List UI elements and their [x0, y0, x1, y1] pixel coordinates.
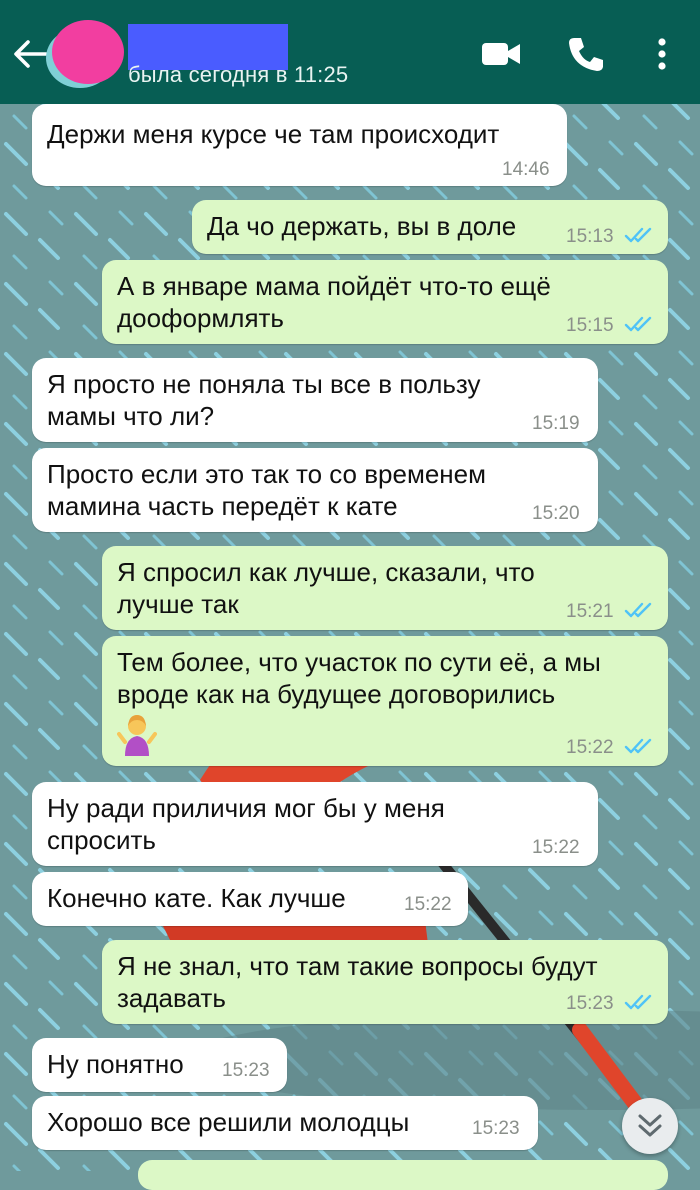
message-time: 15:23	[472, 1118, 520, 1139]
message-text: Просто если это так то со временем мамин…	[47, 459, 486, 521]
double-check-icon	[624, 316, 652, 332]
message-text: Я просто не поняла ты все в пользу мамы …	[47, 369, 481, 431]
message-time: 15:20	[532, 503, 580, 524]
double-check-icon	[624, 602, 652, 618]
message-text: Я не знал, что там такие вопросы будут з…	[117, 951, 598, 1013]
message-text: Ну понятно	[47, 1049, 184, 1079]
message-text: Да чо держать, вы в доле	[207, 211, 517, 241]
message-time: 15:22	[532, 837, 580, 858]
video-call-icon[interactable]	[480, 34, 522, 74]
message-time: 15:15	[566, 315, 614, 336]
person-shrugging-emoji	[117, 715, 157, 756]
message-outgoing[interactable]: А в январе мама пойдёт что-то ещё доофор…	[102, 260, 668, 344]
message-incoming[interactable]: Держи меня курсе че там происходит 14:46	[32, 104, 567, 186]
message-incoming[interactable]: Ну понятно 15:23	[32, 1038, 287, 1092]
message-outgoing[interactable]: Тем более, что участок по сути её, а мы …	[102, 636, 668, 766]
message-incoming[interactable]: Конечно кате. Как лучше 15:22	[32, 872, 468, 926]
message-text: Я спросил как лучше, сказали, что лучше …	[117, 557, 535, 619]
more-vertical-icon[interactable]	[652, 34, 672, 74]
message-text: Ну ради приличия мог бы у меня спросить	[47, 793, 445, 855]
chat-header: была сегодня в 11:25	[0, 0, 700, 104]
message-outgoing[interactable]: Я не знал, что там такие вопросы будут з…	[102, 940, 668, 1024]
message-time: 15:22	[404, 894, 452, 915]
message-outgoing[interactable]: Да чо держать, вы в доле 15:13	[192, 200, 668, 254]
message-text: А в январе мама пойдёт что-то ещё доофор…	[117, 271, 551, 333]
message-time: 15:19	[532, 413, 580, 434]
double-check-icon	[624, 738, 652, 754]
message-incoming[interactable]: Просто если это так то со временем мамин…	[32, 448, 598, 532]
avatar[interactable]	[52, 20, 124, 84]
message-time: 15:23	[566, 993, 614, 1014]
message-text: Тем более, что участок по сути её, а мы …	[117, 647, 601, 709]
double-check-icon	[624, 227, 652, 243]
message-text: Хорошо все решили молодцы	[47, 1107, 410, 1137]
message-text: Конечно кате. Как лучше	[47, 883, 346, 913]
message-outgoing-partial[interactable]	[138, 1160, 668, 1190]
message-time: 15:13	[566, 226, 614, 247]
message-incoming[interactable]: Я просто не поняла ты все в пользу мамы …	[32, 358, 598, 442]
phone-icon[interactable]	[566, 34, 606, 74]
message-time: 15:21	[566, 601, 614, 622]
message-time: 15:22	[566, 737, 614, 758]
message-time: 14:46	[502, 159, 550, 180]
last-seen-status: была сегодня в 11:25	[128, 62, 349, 87]
message-text: Держи меня курсе че там происходит	[47, 119, 500, 149]
message-outgoing[interactable]: Я спросил как лучше, сказали, что лучше …	[102, 546, 668, 630]
scroll-to-bottom-button[interactable]	[622, 1098, 678, 1154]
chevron-double-down-icon	[638, 1114, 662, 1137]
arrow-left-icon[interactable]	[10, 36, 50, 72]
message-incoming[interactable]: Ну ради приличия мог бы у меня спросить …	[32, 782, 598, 866]
double-check-icon	[624, 994, 652, 1010]
message-incoming[interactable]: Хорошо все решили молодцы 15:23	[32, 1096, 538, 1150]
message-time: 15:23	[222, 1060, 270, 1081]
